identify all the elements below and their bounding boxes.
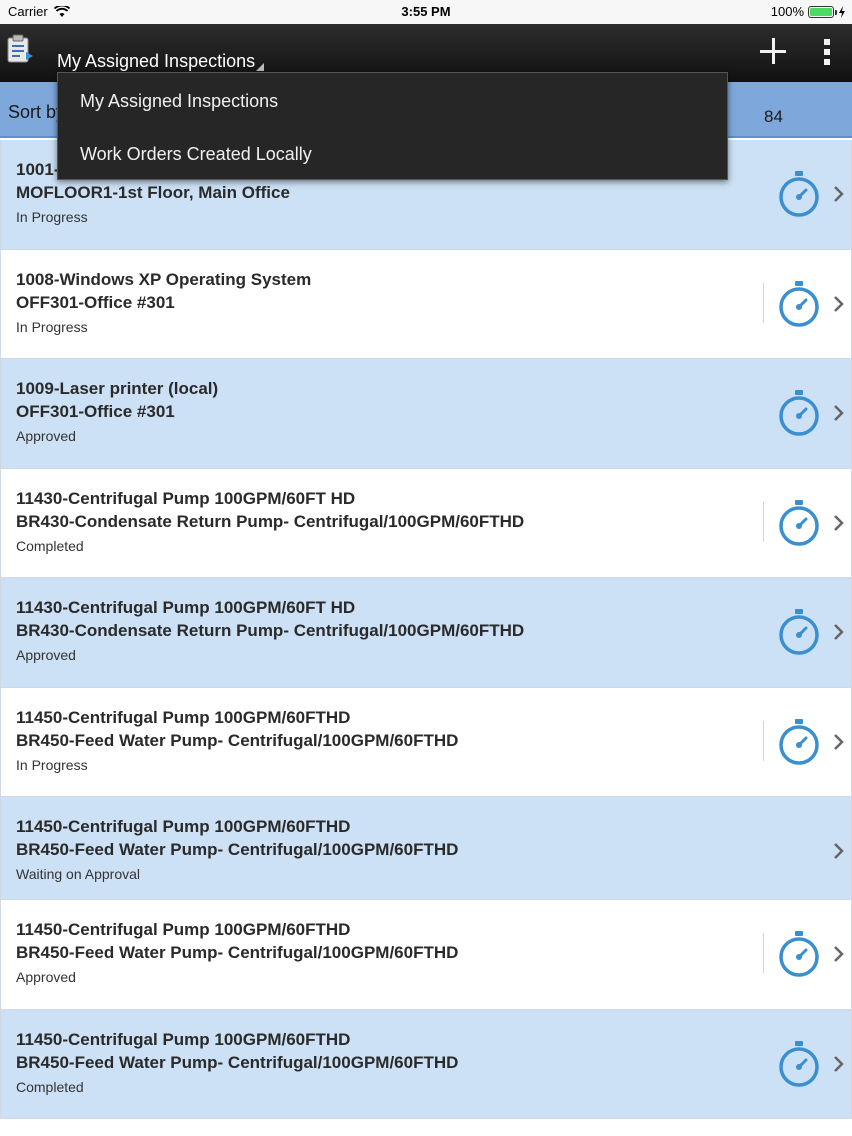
status-label: Approved [16,428,76,444]
status-label: In Progress [16,209,88,225]
list-item[interactable]: 11430-Centrifugal Pump 100GPM/60FT HD BR4… [0,468,852,578]
menu-item-my-assigned-inspections[interactable]: My Assigned Inspections [80,91,278,112]
status-time: 3:55 PM [401,4,451,19]
row-divider [763,501,764,542]
asset-title: 1009-Laser printer (local) [16,379,219,398]
inspection-list: 1001- MOFLOOR1-1st Floor, Main Office In P… [0,140,852,1119]
chevron-right-icon[interactable] [833,185,845,203]
list-item[interactable]: 11450-Centrifugal Pump 100GPM/60FTHD BR45… [0,900,852,1010]
asset-title: 1001- [16,160,60,179]
add-button[interactable] [756,34,790,68]
location-title: OFF301-Office #301 [16,292,175,312]
location-title: BR430-Condensate Return Pump- Centrifuga… [16,621,525,640]
status-bar: Carrier 3:55 PM 100% [0,0,852,24]
record-count: 84 [764,107,783,126]
row-divider [763,933,764,973]
stopwatch-icon[interactable] [777,930,821,978]
location-title: BR450-Feed Water Pump- Centrifugal/100GP… [16,1052,459,1072]
more-dot-icon [824,59,830,65]
asset-title: 11450-Centrifugal Pump 100GPM/60FTHD [16,1029,351,1049]
more-dot-icon [824,49,830,55]
chevron-right-icon[interactable] [833,623,845,641]
stopwatch-icon[interactable] [777,280,821,328]
list-item[interactable]: 11450-Centrifugal Pump 100GPM/60FTHD BR45… [0,687,852,797]
status-label: In Progress [16,756,88,773]
menu-item-work-orders-created-locally[interactable]: Work Orders Created Locally [80,144,312,165]
dropdown-caret-icon [256,63,264,71]
stopwatch-icon[interactable] [777,1040,821,1088]
chevron-right-icon[interactable] [833,1055,845,1073]
location-title: MOFLOOR1-1st Floor, Main Office [16,183,290,202]
stopwatch-icon[interactable] [777,499,821,547]
status-label: Completed [16,537,84,554]
status-right: 100% [771,4,846,19]
status-label: Approved [16,969,76,985]
battery-percent: 100% [770,4,804,19]
clipboard-icon[interactable] [6,34,34,64]
status-label: Completed [16,1078,84,1095]
stopwatch-icon[interactable] [777,170,821,218]
asset-title: 1008-Windows XP Operating System [16,269,312,289]
chevron-right-icon[interactable] [833,295,845,313]
list-item[interactable]: 1009-Laser printer (local) OFF301-Office … [0,359,852,469]
view-dropdown-menu: My Assigned Inspections Work Orders Crea… [57,72,728,180]
more-dot-icon [824,39,830,45]
chevron-right-icon[interactable] [833,733,845,751]
battery-icon [808,5,837,18]
list-item[interactable]: 11450-Centrifugal Pump 100GPM/60FTHD BR45… [0,1009,852,1119]
more-options-button[interactable] [815,36,839,68]
asset-title: 11450-Centrifugal Pump 100GPM/60FTHD [16,920,351,939]
location-title: BR450-Feed Water Pump- Centrifugal/100GP… [16,840,459,859]
stopwatch-icon[interactable] [777,389,821,437]
row-divider [763,720,764,761]
stopwatch-icon[interactable] [777,608,821,656]
stopwatch-icon[interactable] [777,718,821,766]
asset-title: 11430-Centrifugal Pump 100GPM/60FT HD [16,488,356,508]
list-item[interactable]: 1008-Windows XP Operating System OFF301-O… [0,249,852,359]
chevron-right-icon[interactable] [833,404,845,422]
location-title: OFF301-Office #301 [16,402,175,421]
location-title: BR450-Feed Water Pump- Centrifugal/100GP… [16,943,459,962]
status-label: In Progress [16,318,88,335]
status-label: Waiting on Approval [16,866,140,882]
chevron-right-icon[interactable] [833,945,845,963]
row-divider [763,282,764,323]
list-item[interactable]: 11430-Centrifugal Pump 100GPM/60FT HD BR4… [0,578,852,688]
charging-icon [839,5,845,18]
asset-title: 11430-Centrifugal Pump 100GPM/60FT HD [16,598,356,617]
location-title: BR450-Feed Water Pump- Centrifugal/100GP… [16,730,459,750]
chevron-right-icon[interactable] [833,842,845,860]
asset-title: 11450-Centrifugal Pump 100GPM/60FTHD [16,707,351,727]
status-label: Approved [16,647,76,663]
location-title: BR430-Condensate Return Pump- Centrifuga… [16,511,525,531]
asset-title: 11450-Centrifugal Pump 100GPM/60FTHD [16,817,351,836]
list-item[interactable]: 11450-Centrifugal Pump 100GPM/60FTHD BR45… [0,797,852,900]
chevron-right-icon[interactable] [833,514,845,532]
view-selector-title[interactable]: My Assigned Inspections [57,51,255,72]
